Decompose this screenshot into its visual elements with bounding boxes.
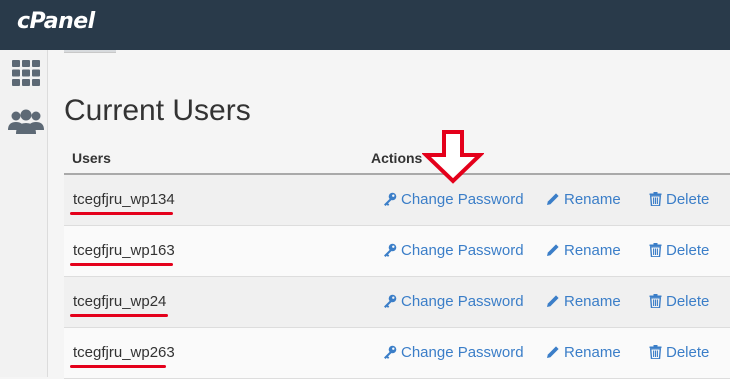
rename-label: Rename xyxy=(564,191,621,208)
down-arrow-annotation xyxy=(422,130,484,184)
tab-indicator xyxy=(64,50,116,53)
sidebar xyxy=(0,50,48,377)
delete-label: Delete xyxy=(666,293,710,310)
column-header-actions: Actions xyxy=(371,150,423,166)
delete-link[interactable]: Delete xyxy=(649,344,709,361)
table-header: Users Actions xyxy=(64,142,730,175)
change-password-label: Change Password xyxy=(401,191,524,208)
key-icon xyxy=(384,192,397,206)
pencil-icon xyxy=(547,244,559,256)
change-password-label: Change Password xyxy=(401,293,524,310)
trash-icon xyxy=(649,243,662,258)
pencil-icon xyxy=(547,295,559,307)
rename-link[interactable]: Rename xyxy=(546,344,621,361)
rename-link[interactable]: Rename xyxy=(546,293,621,310)
pencil-icon xyxy=(547,193,559,205)
delete-label: Delete xyxy=(666,191,710,208)
delete-link[interactable]: Delete xyxy=(649,293,709,310)
delete-link[interactable]: Delete xyxy=(649,191,709,208)
table-row: tcegfjru_wp24 Change Password Rename Del… xyxy=(64,277,730,328)
red-underline-annotation xyxy=(70,263,173,266)
trash-icon xyxy=(649,294,662,309)
change-password-link[interactable]: Change Password xyxy=(383,293,524,310)
page-title: Current Users xyxy=(64,94,251,127)
rename-label: Rename xyxy=(564,242,621,259)
rename-label: Rename xyxy=(564,293,621,310)
change-password-link[interactable]: Change Password xyxy=(383,242,524,259)
change-password-link[interactable]: Change Password xyxy=(383,191,524,208)
change-password-label: Change Password xyxy=(401,242,524,259)
change-password-label: Change Password xyxy=(401,344,524,361)
username: tcegfjru_wp24 xyxy=(73,293,167,310)
pencil-icon xyxy=(547,346,559,358)
users-table: Users Actions tcegfjru_wp134 Change Pass… xyxy=(64,142,730,379)
username: tcegfjru_wp163 xyxy=(73,242,175,259)
delete-label: Delete xyxy=(666,344,710,361)
key-icon xyxy=(384,345,397,359)
table-row: tcegfjru_wp134 Change Password Rename De… xyxy=(64,175,730,226)
trash-icon xyxy=(649,192,662,207)
red-underline-annotation xyxy=(70,314,168,317)
delete-label: Delete xyxy=(666,242,710,259)
table-row: tcegfjru_wp263 Change Password Rename De… xyxy=(64,328,730,379)
rename-link[interactable]: Rename xyxy=(546,242,621,259)
users-icon[interactable] xyxy=(8,108,44,136)
column-header-users[interactable]: Users xyxy=(72,150,111,166)
username: tcegfjru_wp134 xyxy=(73,191,175,208)
trash-icon xyxy=(649,345,662,360)
rename-label: Rename xyxy=(564,344,621,361)
delete-link[interactable]: Delete xyxy=(649,242,709,259)
rename-link[interactable]: Rename xyxy=(546,191,621,208)
key-icon xyxy=(384,294,397,308)
main-content: Current Users Users Actions tcegfjru_wp1… xyxy=(49,50,730,379)
red-underline-annotation xyxy=(70,365,166,368)
key-icon xyxy=(384,243,397,257)
cpanel-logo[interactable]: cPanel xyxy=(17,9,95,34)
table-row: tcegfjru_wp163 Change Password Rename De… xyxy=(64,226,730,277)
top-bar: cPanel xyxy=(0,0,730,50)
grid-icon[interactable] xyxy=(12,60,40,86)
change-password-link[interactable]: Change Password xyxy=(383,344,524,361)
red-underline-annotation xyxy=(70,212,173,215)
username: tcegfjru_wp263 xyxy=(73,344,175,361)
